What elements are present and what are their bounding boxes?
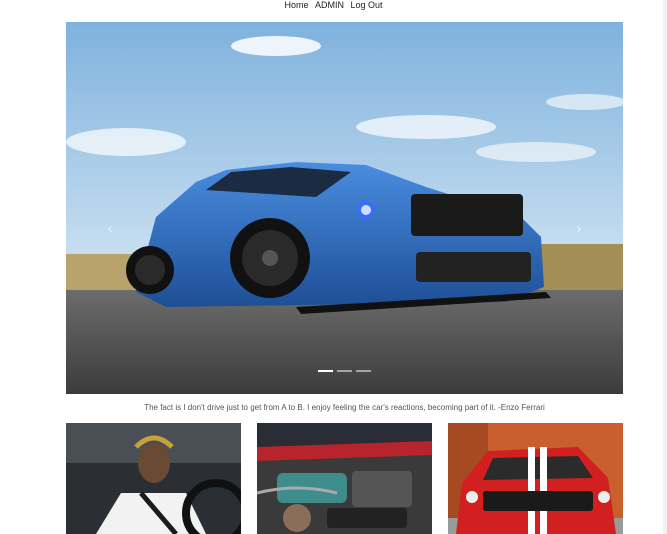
nav-admin-link[interactable]: ADMIN [315, 0, 344, 10]
chevron-right-icon: › [576, 220, 582, 236]
page-scrollbar[interactable] [663, 0, 667, 534]
carousel-indicator-2[interactable] [337, 370, 352, 372]
carousel-indicators [66, 370, 623, 372]
hero-carousel[interactable]: ‹ › [66, 22, 623, 394]
nav-home-link[interactable]: Home [284, 0, 308, 10]
chevron-left-icon: ‹ [107, 220, 113, 236]
carousel-prev-button[interactable]: ‹ [102, 218, 118, 238]
carousel-indicator-1[interactable] [318, 370, 333, 372]
nav-logout-link[interactable]: Log Out [351, 0, 383, 10]
top-navigation: Home ADMIN Log Out [0, 0, 667, 14]
carousel-next-button[interactable]: › [571, 218, 587, 238]
gallery-image-red-mustang [448, 423, 623, 534]
carousel-indicator-3[interactable] [356, 370, 371, 372]
hero-image-blue-mustang [66, 22, 623, 394]
gallery-image-engine [257, 423, 432, 534]
gallery-image-driver [66, 423, 241, 534]
quote-text: The fact is I don't drive just to get fr… [144, 403, 545, 412]
